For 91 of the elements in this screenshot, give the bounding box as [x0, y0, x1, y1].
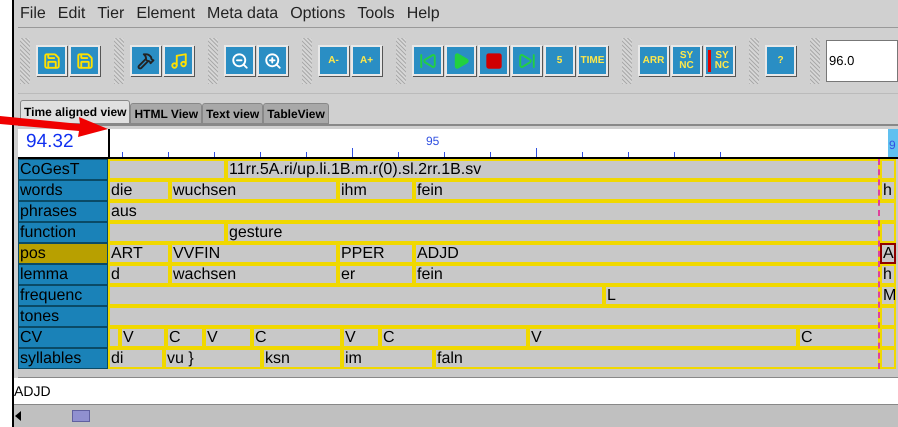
annotation-segment[interactable]: die: [108, 180, 170, 201]
annotation-segment[interactable]: ihm: [338, 180, 414, 201]
zoom-out-icon: [230, 52, 248, 70]
tab[interactable]: Text view: [202, 103, 264, 124]
skip-back-icon: [418, 52, 436, 70]
annotation-segment[interactable]: [880, 306, 896, 327]
annotation-segment[interactable]: fein: [414, 264, 880, 285]
tier-label[interactable]: function: [18, 222, 108, 243]
menu-item[interactable]: Options: [290, 2, 346, 26]
annotation-segment[interactable]: [880, 222, 896, 243]
tier-label[interactable]: tones: [18, 306, 108, 327]
left-arrow-icon[interactable]: [14, 411, 22, 421]
annotation-segment[interactable]: im: [342, 348, 434, 369]
tab[interactable]: HTML View: [130, 103, 202, 124]
annotation-segment[interactable]: C: [166, 327, 204, 348]
annotation-segment[interactable]: h: [880, 180, 896, 201]
menu-item[interactable]: Help: [406, 2, 440, 26]
annotation-segment[interactable]: [108, 222, 226, 243]
annotation-segment[interactable]: V: [204, 327, 252, 348]
annotation-segment[interactable]: V: [120, 327, 166, 348]
annotation-segment[interactable]: PPER: [338, 243, 414, 264]
tier-label[interactable]: words: [18, 180, 108, 201]
annotation-segment[interactable]: gesture: [226, 222, 880, 243]
current-time: 94.32: [18, 129, 108, 157]
annotation-segment[interactable]: C: [252, 327, 342, 348]
toolbar-grip[interactable]: [114, 38, 124, 84]
hammer-icon: [136, 52, 154, 70]
menu-item[interactable]: File: [20, 2, 46, 26]
annotation-segment[interactable]: C: [798, 327, 880, 348]
menu-item[interactable]: Edit: [58, 2, 86, 26]
tier-label[interactable]: pos: [18, 243, 108, 264]
tier-label[interactable]: phrases: [18, 201, 108, 222]
annotation-segment[interactable]: [108, 285, 604, 306]
tier-label[interactable]: frequenc: [18, 285, 108, 306]
annotation-segment[interactable]: C: [380, 327, 528, 348]
annotation-segment[interactable]: di: [108, 348, 164, 369]
toolbar-grip[interactable]: [622, 38, 632, 84]
annotation-segment[interactable]: ADJD: [414, 243, 880, 264]
annotation-segment[interactable]: er: [338, 264, 414, 285]
floppy-icon: [76, 52, 94, 70]
annotation-segment[interactable]: L: [604, 285, 880, 306]
toolbar-button[interactable]: [130, 45, 161, 76]
floppy-icon: [42, 52, 60, 70]
annotation-segment[interactable]: fein: [414, 180, 880, 201]
annotation-segment[interactable]: ART: [108, 243, 170, 264]
toolbar-grip[interactable]: [20, 38, 30, 84]
horizontal-scrollbar[interactable]: [14, 404, 898, 427]
annotation-segment[interactable]: [880, 159, 896, 180]
skip-forward-icon: [518, 52, 536, 70]
annotation-segment[interactable]: [880, 327, 896, 348]
annotation-segment[interactable]: d: [108, 264, 170, 285]
toolbar-grip[interactable]: [208, 38, 218, 84]
annotation-segment[interactable]: vu }: [164, 348, 262, 369]
menu-item[interactable]: Tools: [357, 2, 395, 26]
annotation-segment[interactable]: A: [880, 243, 896, 264]
scroll-thumb[interactable]: [72, 410, 90, 422]
annotation-segment[interactable]: VVFIN: [170, 243, 338, 264]
tick-label: 95: [426, 133, 440, 150]
tab[interactable]: TableView: [263, 103, 329, 124]
tab[interactable]: Time aligned view: [20, 100, 130, 124]
toolbar-grip[interactable]: [302, 38, 312, 84]
annotation-segment[interactable]: ksn: [262, 348, 342, 369]
annotation-segment[interactable]: [108, 159, 226, 180]
toolbar-grip[interactable]: [810, 38, 820, 84]
annotation-segment[interactable]: faln: [434, 348, 880, 369]
bar-icon: [708, 50, 711, 72]
annotation-segment[interactable]: h: [880, 264, 896, 285]
music-note-icon: [170, 52, 188, 70]
tier-label[interactable]: syllables: [18, 348, 108, 369]
annotation-segment[interactable]: wuchsen: [170, 180, 338, 201]
annotation-segment[interactable]: 11rr.5A.ri/up.li.1B.m.r(0).sl.2rr.1B.sv: [226, 159, 880, 180]
ruler-marker: 9: [888, 129, 898, 157]
annotation-segment[interactable]: [880, 348, 896, 369]
toolbar-grip[interactable]: [749, 38, 759, 84]
tier-label[interactable]: CoGesT: [18, 159, 108, 180]
annotation-segment[interactable]: V: [528, 327, 798, 348]
annotation-segment[interactable]: [108, 306, 880, 327]
annotation-segment[interactable]: [108, 327, 120, 348]
tier-label[interactable]: lemma: [18, 264, 108, 285]
toolbar-grip[interactable]: [396, 38, 406, 84]
annotation-segment[interactable]: V: [342, 327, 380, 348]
time-field[interactable]: 96.0: [826, 40, 898, 82]
menu-item[interactable]: Element: [136, 2, 196, 26]
stop-icon: [484, 52, 502, 70]
status-text: ADJD: [14, 378, 898, 404]
annotation-segment[interactable]: wachsen: [170, 264, 338, 285]
menu-item[interactable]: Meta data: [207, 2, 278, 26]
tier-label[interactable]: CV: [18, 327, 108, 348]
zoom-in-icon: [264, 52, 282, 70]
menu-item[interactable]: Tier: [97, 2, 124, 26]
annotation-segment[interactable]: aus: [108, 201, 896, 222]
